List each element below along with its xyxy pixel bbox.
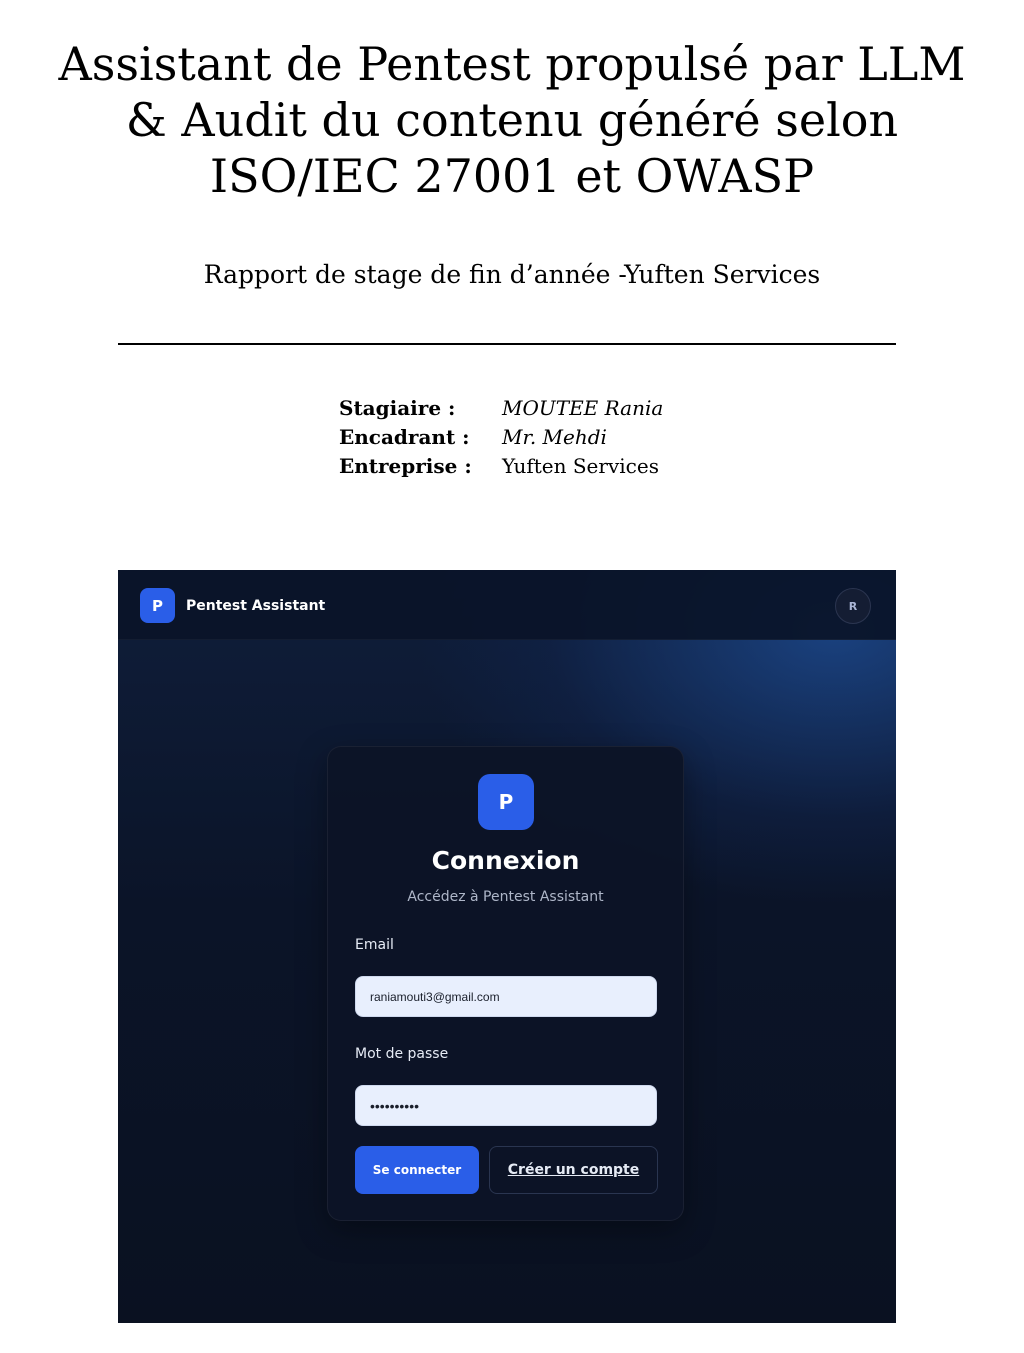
meta-row-encadrant: Encadrant : Mr. Mehdi [339,423,663,452]
password-label: Mot de passe [355,1046,449,1062]
app-name: Pentest Assistant [186,597,326,614]
login-title: Connexion [431,846,580,875]
create-account-button[interactable]: Créer un compte [489,1146,658,1194]
meta-row-entreprise: Entreprise : Yuften Services [339,452,663,481]
document-subtitle: Rapport de stage de fin d’année -Yuften … [203,260,821,289]
email-label: Email [355,937,394,953]
meta-label: Encadrant : [339,425,470,449]
meta-value: Mr. Mehdi [502,425,607,449]
app-brand[interactable]: P Pentest Assistant [140,588,325,623]
meta-label: Entreprise : [339,454,472,478]
meta-row-stagiaire: Stagiaire : MOUTEE Rania [339,394,663,423]
app-logo-icon: P [140,588,175,623]
meta-value: MOUTEE Rania [502,396,664,420]
meta-label: Stagiaire : [339,396,456,420]
login-screenshot: P Pentest Assistant R P Connexion Accéde… [118,570,896,1323]
user-avatar[interactable]: R [835,588,871,624]
document-meta: Stagiaire : MOUTEE Rania Encadrant : Mr.… [339,394,663,481]
login-logo-icon: P [478,774,534,830]
title-line: ISO/IEC 27001 et OWASP [209,149,815,203]
password-field[interactable] [355,1085,657,1126]
login-subtitle: Accédez à Pentest Assistant [407,889,604,905]
meta-value: Yuften Services [502,454,659,478]
app-topbar: P Pentest Assistant R [118,570,896,640]
title-line: Assistant de Pentest propulsé par LLM [58,37,966,91]
email-field[interactable] [355,976,657,1017]
login-button[interactable]: Se connecter [355,1146,479,1194]
title-line: & Audit du contenu généré selon [125,93,899,147]
document-title: Assistant de Pentest propulsé par LLM & … [0,36,1024,204]
login-card: P Connexion Accédez à Pentest Assistant … [327,746,684,1221]
horizontal-rule [118,343,896,345]
